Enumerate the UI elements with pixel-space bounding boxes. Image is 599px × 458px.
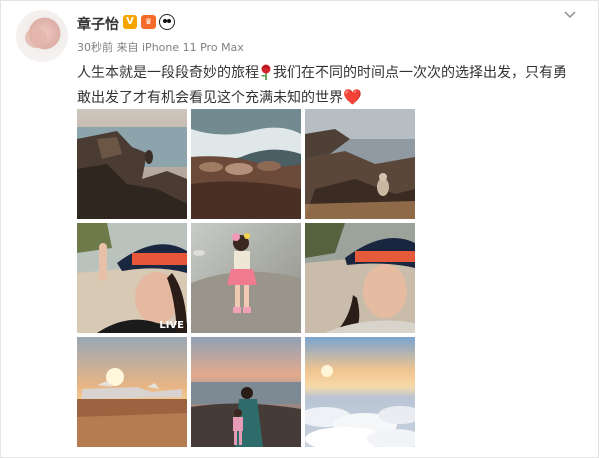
source-prefix: 来自 [116, 41, 139, 54]
avatar[interactable] [16, 10, 68, 62]
heart-emoji: ❤️ [343, 88, 362, 106]
photo-sea-lions-beach[interactable] [191, 109, 301, 219]
chevron-down-icon[interactable] [562, 7, 578, 23]
post-text-part1: 人生本就是一段段奇妙的旅程 [77, 65, 259, 81]
v-badge-icon[interactable]: V [123, 15, 137, 29]
rose-icon [259, 64, 273, 80]
photo-sunset-planes[interactable] [77, 337, 187, 447]
photo-selfie-hat-pointing[interactable]: LIVE [77, 223, 187, 333]
post-time[interactable]: 30秒前 [77, 41, 113, 54]
photo-girl-on-beach[interactable] [191, 223, 301, 333]
weibo-post-card: 章子怡 V ♛ 30秒前 来自 iPhone 11 Pro Max 人生本就是一… [0, 0, 599, 458]
post-text: 人生本就是一段段奇妙的旅程 我们在不同的时间点一次次的选择出发，只有勇敢出发了才有… [77, 61, 567, 110]
author-name[interactable]: 章子怡 [77, 14, 119, 34]
source-device[interactable]: iPhone 11 Pro Max [142, 41, 244, 54]
panda-icon[interactable] [159, 14, 175, 30]
member-badge-icon[interactable]: ♛ [141, 15, 156, 29]
photo-mother-daughter-sunset[interactable] [191, 337, 301, 447]
live-badge: LIVE [159, 320, 184, 331]
photo-sea-lion-rocks[interactable] [77, 109, 187, 219]
photo-squirrel-rock[interactable] [305, 109, 415, 219]
photo-sea-of-clouds[interactable] [305, 337, 415, 447]
post-meta: 30秒前 来自 iPhone 11 Pro Max [77, 39, 244, 55]
photo-selfie-hat-kiss[interactable] [305, 223, 415, 333]
